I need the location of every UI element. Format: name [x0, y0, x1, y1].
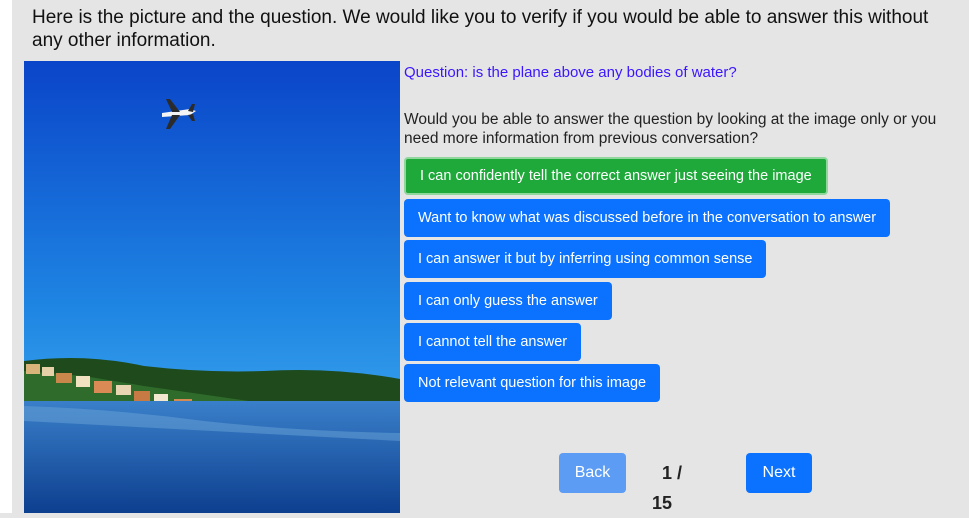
instructions-text: Here is the picture and the question. We… [32, 7, 929, 51]
photo-illustration [24, 61, 400, 513]
option-confident-answer-button[interactable]: I can confidently tell the correct answe… [404, 157, 828, 195]
option-cannot-tell-button[interactable]: I cannot tell the answer [404, 323, 582, 361]
option-common-sense-button[interactable]: I can answer it but by inferring using c… [404, 240, 767, 278]
option-guess-button[interactable]: I can only guess the answer [404, 282, 612, 320]
next-button[interactable]: Next [746, 453, 812, 493]
scene-image [24, 61, 400, 513]
page-current: 1 / [662, 463, 683, 483]
question-text: Question: is the plane above any bodies … [404, 64, 737, 81]
page-indicator: 1 / 15 [652, 458, 692, 518]
option-not-relevant-button[interactable]: Not relevant question for this image [404, 364, 661, 402]
left-margin [0, 0, 12, 513]
page-total: 15 [652, 493, 673, 513]
option-need-conversation-button[interactable]: Want to know what was discussed before i… [404, 199, 891, 237]
back-button[interactable]: Back [559, 453, 626, 493]
prompt-text: Would you be able to answer the question… [404, 111, 937, 147]
